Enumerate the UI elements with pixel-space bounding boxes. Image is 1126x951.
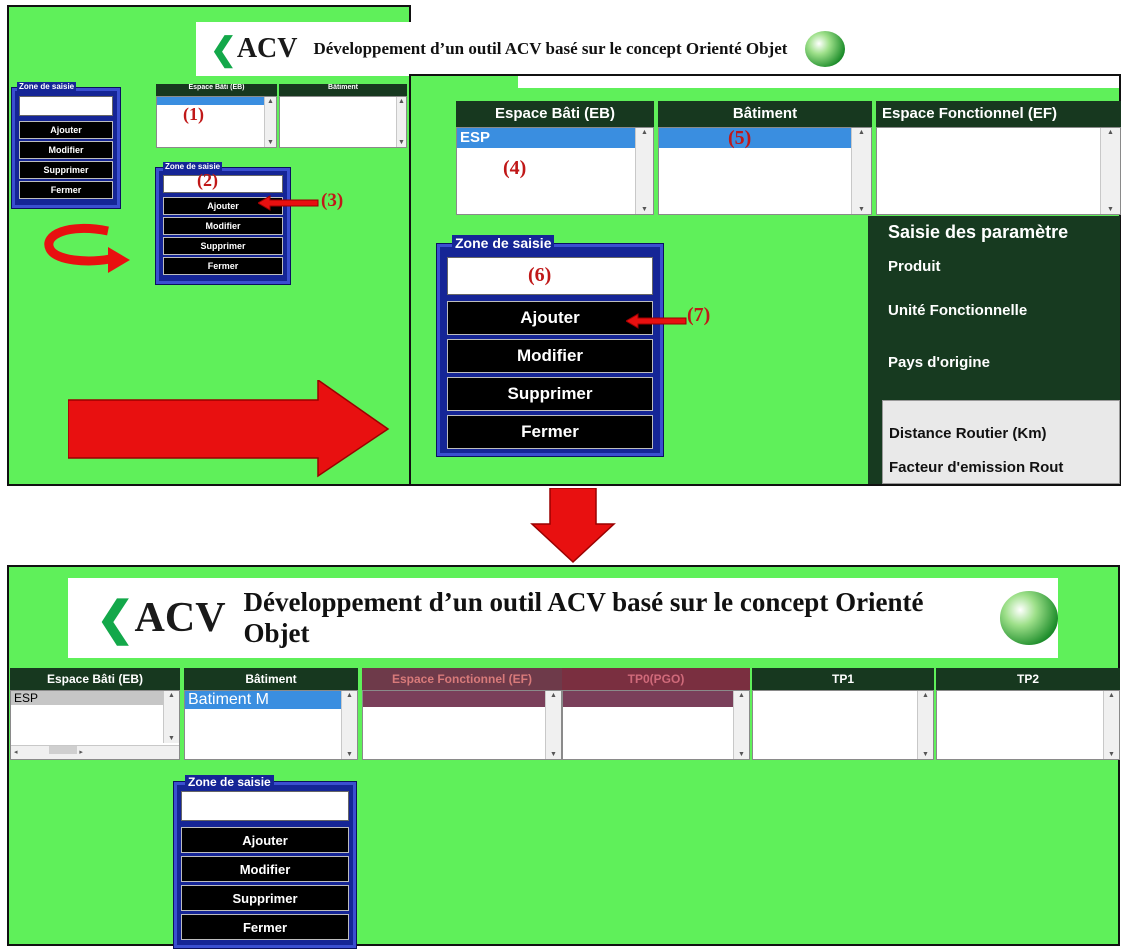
- marker-2: (2): [197, 170, 218, 190]
- delete-button[interactable]: Supprimer: [447, 377, 653, 411]
- zone-title: Zone de saisie: [185, 775, 274, 789]
- marker-6: (6): [528, 264, 552, 286]
- bat-column-header: Bâtiment: [279, 84, 407, 96]
- zone-panel-2: Zone de saisie Ajouter Modifier Supprime…: [155, 162, 291, 285]
- app-title: Développement d’un outil ACV basé sur le…: [243, 587, 924, 648]
- bat-listbox[interactable]: ▲ ▼: [279, 96, 407, 148]
- tp1-column-header-bottom: TP1: [752, 668, 934, 690]
- param-unite-label: Unité Fonctionnelle: [888, 302, 1028, 319]
- zone-input[interactable]: [181, 791, 349, 821]
- close-button[interactable]: Fermer: [19, 181, 113, 199]
- eb-hscrollbar[interactable]: ◂ ▸: [11, 745, 179, 759]
- pointer-arrow-7-icon: [626, 313, 687, 329]
- add-button[interactable]: Ajouter: [19, 121, 113, 139]
- globe-icon: [999, 591, 1058, 645]
- param-pays-label: Pays d'origine: [888, 354, 990, 371]
- add-button[interactable]: Ajouter: [447, 301, 653, 335]
- down-arrow-icon: [530, 488, 616, 564]
- ef-scrollbar[interactable]: ▲ ▼: [1100, 128, 1120, 214]
- zone-input[interactable]: [163, 175, 283, 193]
- top-header: ❮ ACV Développement d’un outil ACV basé s…: [196, 22, 934, 76]
- marker-4: (4): [503, 157, 527, 179]
- tp1-listbox-bottom[interactable]: ▲ ▼: [752, 690, 934, 760]
- eb-column-header: Espace Bâti (EB): [156, 84, 277, 96]
- ef-column-header-bottom: Espace Fonctionnel (EF): [362, 668, 562, 690]
- bat-scrollbar[interactable]: ▲ ▼: [396, 97, 406, 147]
- eb-listbox[interactable]: ▲ ▼: [156, 96, 277, 148]
- pointer-arrow-3-icon: [258, 195, 319, 211]
- app-title: Développement d’un outil ACV basé sur le…: [313, 39, 788, 58]
- logo-c-icon: ❮: [210, 31, 237, 67]
- ef-scrollbar[interactable]: ▲ ▼: [545, 691, 561, 759]
- eb-column-header-bottom: Espace Bâti (EB): [10, 668, 180, 690]
- tp2-column-header-bottom: TP2: [936, 668, 1120, 690]
- ef-listbox-bottom[interactable]: ▲ ▼: [362, 690, 562, 760]
- bat-scrollbar[interactable]: ▲ ▼: [341, 691, 357, 759]
- eb-selected-row: [157, 97, 265, 105]
- params-panel: Saisie des paramètre Produit Unité Fonct…: [868, 216, 1120, 484]
- marker-5: (5): [728, 127, 752, 149]
- modify-button[interactable]: Modifier: [19, 141, 113, 159]
- delete-button[interactable]: Supprimer: [19, 161, 113, 179]
- bat-listbox-zoom[interactable]: ▲ ▼: [658, 127, 872, 215]
- eb-scrollbar[interactable]: ▲ ▼: [635, 128, 653, 214]
- zone-title: Zone de saisie: [17, 82, 77, 91]
- marker-1: (1): [183, 104, 204, 124]
- small-zone-panel: Zone de saisie Ajouter Modifier Supprime…: [11, 82, 121, 209]
- globe-icon: [805, 31, 846, 67]
- marker-3: (3): [321, 190, 344, 211]
- bat-column-header-bottom: Bâtiment: [184, 668, 358, 690]
- eb-scrollbar[interactable]: ▲ ▼: [264, 97, 276, 147]
- eb-selected-row: ESP: [457, 128, 635, 148]
- close-button[interactable]: Fermer: [163, 257, 283, 275]
- bottom-header: ❮ ACV Développement d’un outil ACV basé s…: [68, 578, 1058, 658]
- eb-listbox-zoom[interactable]: ESP ▲ ▼: [456, 127, 654, 215]
- tp0-listbox-bottom[interactable]: ▲ ▼: [562, 690, 750, 760]
- param-produit-label: Produit: [888, 258, 941, 275]
- acv-logo: ❮ ACV: [210, 31, 298, 67]
- ef-listbox-zoom[interactable]: ▲ ▼: [876, 127, 1121, 215]
- big-right-arrow-icon: [68, 380, 390, 478]
- marker-7: (7): [687, 304, 711, 326]
- delete-button[interactable]: Supprimer: [181, 885, 349, 911]
- params-title: Saisie des paramètre: [888, 222, 1069, 242]
- modify-button[interactable]: Modifier: [163, 217, 283, 235]
- tp0-scrollbar[interactable]: ▲ ▼: [733, 691, 749, 759]
- zone-panel-bottom: Zone de saisie Ajouter Modifier Supprime…: [173, 775, 357, 949]
- tp0-disabled-row: [563, 691, 749, 707]
- tp2-scrollbar[interactable]: ▲ ▼: [1103, 691, 1119, 759]
- tp1-scrollbar[interactable]: ▲ ▼: [917, 691, 933, 759]
- bat-selected-row[interactable]: Batiment M: [185, 691, 341, 709]
- acv-logo: ❮ ACV: [96, 592, 226, 644]
- eb-listbox-bottom[interactable]: ESP ▲ ▼ ◂ ▸: [10, 690, 180, 760]
- eb-row[interactable]: ESP: [11, 691, 163, 705]
- zoomed-top-strip: [518, 76, 1119, 88]
- param-distance-label: Distance Routier (Km): [889, 425, 1047, 442]
- modify-button[interactable]: Modifier: [447, 339, 653, 373]
- zone-title: Zone de saisie: [452, 235, 555, 251]
- tp0-column-header-bottom: TP0(PGO): [562, 668, 750, 690]
- eb-scrollbar[interactable]: ▲ ▼: [163, 691, 179, 743]
- ef-disabled-row: [363, 691, 561, 707]
- curved-arrow-icon: [44, 223, 130, 273]
- bat-listbox-bottom[interactable]: Batiment M ▲ ▼: [184, 690, 358, 760]
- bat-column-header-zoom: Bâtiment: [658, 101, 872, 127]
- close-button[interactable]: Fermer: [447, 415, 653, 449]
- zone-input[interactable]: [19, 96, 113, 116]
- close-button[interactable]: Fermer: [181, 914, 349, 940]
- bat-scrollbar[interactable]: ▲ ▼: [851, 128, 871, 214]
- bat-selected-row: [659, 128, 851, 148]
- modify-button[interactable]: Modifier: [181, 856, 349, 882]
- params-subpanel: Distance Routier (Km) Facteur d'emission…: [882, 400, 1120, 484]
- logo-c-icon: ❮: [96, 592, 135, 644]
- ef-column-header-zoom: Espace Fonctionnel (EF): [876, 101, 1121, 127]
- tp2-listbox-bottom[interactable]: ▲ ▼: [936, 690, 1120, 760]
- eb-column-header-zoom: Espace Bâti (EB): [456, 101, 654, 127]
- param-facteur-label: Facteur d'emission Rout: [889, 459, 1064, 476]
- delete-button[interactable]: Supprimer: [163, 237, 283, 255]
- add-button[interactable]: Ajouter: [181, 827, 349, 853]
